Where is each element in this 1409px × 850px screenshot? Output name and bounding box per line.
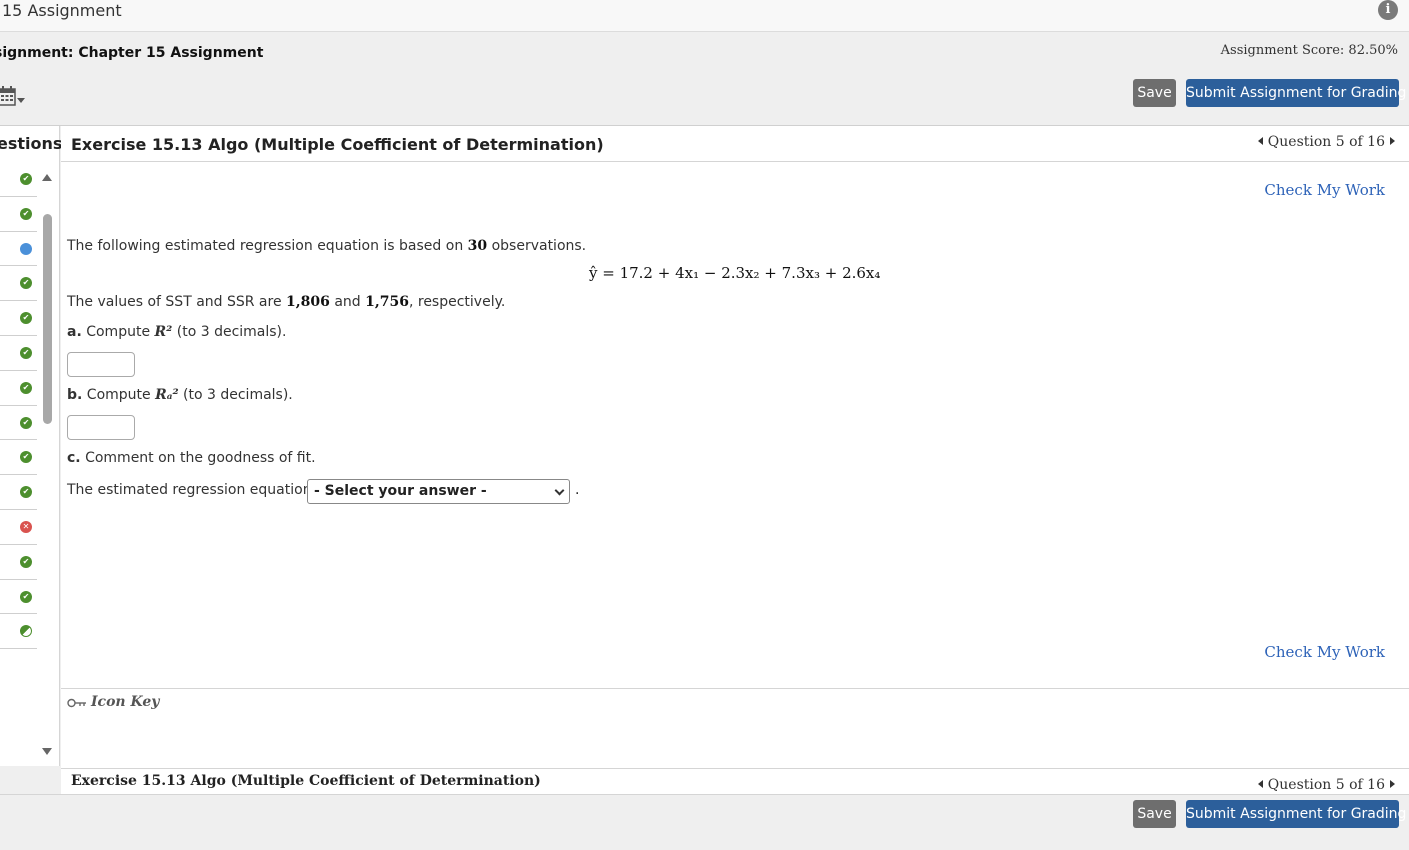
- adjusted-r-squared-symbol: Rₐ²: [155, 387, 179, 403]
- r-squared-symbol: R²: [154, 324, 173, 340]
- sidebar-question-item[interactable]: ✔: [0, 336, 37, 371]
- window-title: 15 Assignment: [2, 1, 122, 20]
- intro-text: The following estimated regression equat…: [67, 238, 468, 254]
- part-b-prompt: b. Compute Rₐ² (to 3 decimals).: [67, 387, 293, 403]
- values-and: and: [329, 294, 366, 310]
- scroll-down-icon[interactable]: [42, 748, 52, 755]
- adjusted-r-squared-input[interactable]: [67, 415, 135, 440]
- part-b-text: Compute: [82, 387, 156, 403]
- exercise-panel: Exercise 15.13 Algo (Multiple Coefficien…: [61, 126, 1409, 794]
- values-text-end: , respectively.: [408, 294, 506, 310]
- part-b-label: b.: [67, 387, 83, 403]
- sst-ssr-values: The values of SST and SSR are 1,806 and …: [67, 294, 505, 310]
- footer-save-button[interactable]: Save: [1133, 800, 1176, 828]
- values-text: The values of SST and SSR are: [67, 294, 287, 310]
- question-nav-label: Question 5 of 16: [1267, 134, 1385, 150]
- sidebar-question-item[interactable]: [0, 614, 37, 650]
- footer-submit-button[interactable]: Submit Assignment for Grading: [1186, 800, 1406, 828]
- scroll-up-icon[interactable]: [42, 174, 52, 181]
- sidebar-heading: estions: [0, 134, 63, 153]
- observation-count: 30: [467, 238, 488, 254]
- chevron-down-icon: [554, 485, 565, 496]
- sidebar-question-item[interactable]: ✔: [0, 580, 37, 615]
- intro-text-end: observations.: [487, 238, 587, 254]
- prev-question-icon[interactable]: [1257, 780, 1263, 788]
- sst-value: 1,806: [286, 294, 330, 310]
- part-c-prompt: c. Comment on the goodness of fit.: [67, 450, 316, 466]
- exercise-title: Exercise 15.13 Algo (Multiple Coefficien…: [71, 135, 604, 154]
- check-circle-icon: ✔: [20, 277, 32, 290]
- sidebar-question-item[interactable]: ✔: [0, 162, 37, 197]
- part-b-suffix: (to 3 decimals).: [178, 387, 293, 403]
- bottom-question-nav-label: Question 5 of 16: [1267, 777, 1385, 793]
- check-circle-icon: ✔: [20, 555, 32, 568]
- partial-circle-icon: [20, 625, 32, 638]
- calendar-icon[interactable]: [0, 86, 16, 106]
- bottom-question-navigator[interactable]: Question 5 of 16: [1257, 777, 1395, 793]
- part-a-text: Compute: [81, 324, 155, 340]
- check-my-work-link-bottom[interactable]: Check My Work: [1264, 643, 1385, 661]
- part-a-prompt: a. Compute R² (to 3 decimals).: [67, 324, 286, 340]
- exercise-title-bar: Exercise 15.13 Algo (Multiple Coefficien…: [61, 126, 1409, 162]
- ssr-value: 1,756: [365, 294, 409, 310]
- sidebar-question-item[interactable]: ✕: [0, 510, 37, 545]
- regression-equation: ŷ = 17.2 + 4x₁ − 2.3x₂ + 7.3x₃ + 2.6x₄: [589, 264, 881, 282]
- sidebar-question-item[interactable]: ✔: [0, 545, 37, 580]
- question-navigator[interactable]: Question 5 of 16: [1257, 134, 1395, 150]
- x-circle-icon: ✕: [20, 520, 32, 533]
- check-my-work-link-top[interactable]: Check My Work: [1264, 181, 1385, 199]
- select-suffix: .: [575, 482, 580, 498]
- assignment-header: signment: Chapter 15 Assignment Assignme…: [0, 32, 1409, 126]
- check-circle-icon: ✔: [20, 312, 32, 325]
- sidebar-question-item[interactable]: ✔: [0, 266, 37, 302]
- sidebar-question-item[interactable]: [0, 232, 37, 267]
- question-list: ✔ ✔ ✔ ✔ ✔ ✔ ✔ ✔ ✔ ✕ ✔ ✔: [0, 162, 37, 650]
- next-question-icon[interactable]: [1390, 137, 1395, 145]
- select-value: - Select your answer -: [314, 483, 487, 499]
- next-question-icon[interactable]: [1390, 780, 1395, 788]
- sidebar-question-item[interactable]: ✔: [0, 440, 37, 476]
- check-circle-icon: ✔: [20, 451, 32, 464]
- check-circle-icon: ✔: [20, 486, 32, 499]
- info-icon[interactable]: i: [1378, 0, 1398, 20]
- goodness-of-fit-select[interactable]: - Select your answer -: [307, 479, 570, 504]
- footer-bar: Save Submit Assignment for Grading: [0, 794, 1409, 850]
- part-c-text: Comment on the goodness of fit.: [80, 450, 316, 466]
- part-a-suffix: (to 3 decimals).: [172, 324, 287, 340]
- icon-key-section: Icon Key: [61, 688, 1409, 768]
- assignment-score: Assignment Score: 82.50%: [1220, 43, 1398, 58]
- save-button[interactable]: Save: [1133, 79, 1176, 107]
- check-circle-icon: ✔: [20, 173, 32, 185]
- scrollbar-thumb[interactable]: [43, 214, 52, 424]
- top-bar: 15 Assignment i: [0, 0, 1409, 32]
- sidebar-question-item[interactable]: ✔: [0, 371, 37, 406]
- sidebar-question-item[interactable]: ✔: [0, 301, 37, 336]
- check-circle-icon: ✔: [20, 346, 32, 359]
- part-c-label: c.: [67, 450, 81, 466]
- key-icon: [67, 698, 86, 708]
- submit-assignment-button[interactable]: Submit Assignment for Grading: [1186, 79, 1406, 107]
- check-circle-icon: ✔: [20, 590, 32, 603]
- bottom-exercise-bar: Exercise 15.13 Algo (Multiple Coefficien…: [61, 768, 1409, 794]
- current-dot-icon: [20, 242, 32, 255]
- check-circle-icon: ✔: [20, 207, 32, 220]
- icon-key-link[interactable]: Icon Key: [67, 694, 159, 710]
- part-a-label: a.: [67, 324, 82, 340]
- bottom-exercise-title: Exercise 15.13 Algo (Multiple Coefficien…: [71, 773, 541, 789]
- prev-question-icon[interactable]: [1257, 137, 1263, 145]
- question-intro: The following estimated regression equat…: [67, 238, 586, 254]
- r-squared-input[interactable]: [67, 352, 135, 377]
- assignment-name: signment: Chapter 15 Assignment: [0, 45, 264, 61]
- sidebar-question-item[interactable]: ✔: [0, 475, 37, 510]
- question-sidebar: estions ✔ ✔ ✔ ✔ ✔ ✔ ✔ ✔ ✔ ✕ ✔ ✔: [0, 126, 63, 766]
- check-circle-icon: ✔: [20, 381, 32, 394]
- check-circle-icon: ✔: [20, 416, 32, 429]
- icon-key-label: Icon Key: [91, 694, 160, 710]
- select-prefix: The estimated regression equation: [67, 482, 312, 498]
- sidebar-question-item[interactable]: ✔: [0, 406, 37, 441]
- sidebar-question-item[interactable]: ✔: [0, 197, 37, 232]
- chevron-down-icon[interactable]: [17, 98, 25, 103]
